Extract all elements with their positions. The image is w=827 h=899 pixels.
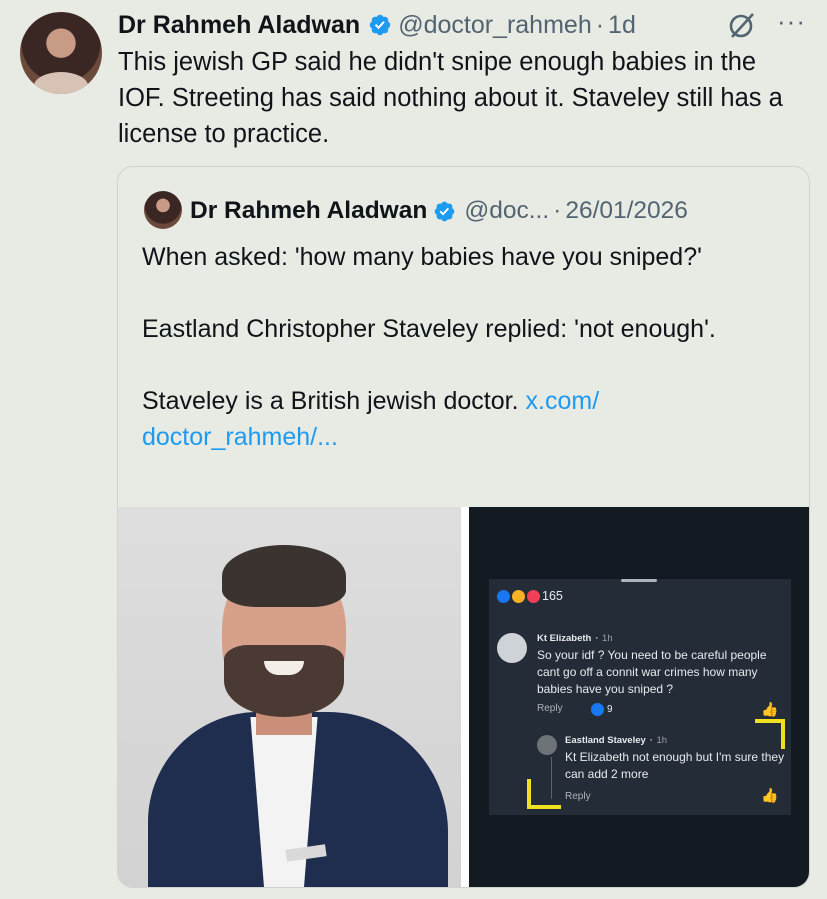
comment-1-author: Kt Elizabeth	[537, 633, 592, 644]
quoted-tweet-date[interactable]: 26/01/2026	[565, 197, 688, 225]
quoted-author-name[interactable]: Dr Rahmeh Aladwan	[190, 197, 427, 225]
quoted-paragraph-3: Staveley is a British jewish doctor. x.c…	[142, 383, 792, 455]
haha-reaction-icon	[512, 589, 525, 603]
tweet-time[interactable]: 1d	[608, 11, 636, 40]
comment-1-like-count: 9	[607, 704, 613, 715]
more-icon[interactable]: ···	[777, 8, 806, 34]
comment-1-time: 1h	[602, 633, 613, 644]
comment-2: Eastland Staveley · 1h Kt Elizabeth not …	[565, 732, 785, 781]
quoted-link-part-2[interactable]: doctor_rahmeh/...	[142, 423, 338, 451]
fb-comment-panel: 165 Kt Elizabeth · 1h So your idf ? You …	[489, 579, 791, 815]
comment-2-text: Kt Elizabeth not enough but I'm sure the…	[565, 750, 785, 781]
like-reaction-icon	[497, 589, 510, 603]
reaction-summary: 165	[497, 589, 563, 603]
verified-badge-icon	[435, 201, 455, 221]
reaction-count: 165	[542, 589, 563, 603]
author-name[interactable]: Dr Rahmeh Aladwan	[118, 11, 360, 40]
verified-badge-icon	[369, 14, 391, 36]
comment-2-reply: Reply	[565, 791, 591, 802]
quoted-author-avatar[interactable]	[144, 191, 182, 229]
tweet-text: This jewish GP said he didn't snipe enou…	[118, 48, 783, 148]
comment-1-reply: Reply	[537, 703, 563, 714]
thumbs-up-icon: 👍	[761, 787, 779, 803]
quoted-paragraph-1: When asked: 'how many babies have you sn…	[142, 243, 702, 271]
quoted-paragraph-3-text: Staveley is a British jewish doctor.	[142, 387, 519, 415]
quoted-tweet-text: When asked: 'how many babies have you sn…	[142, 239, 792, 455]
commenter-avatar	[497, 633, 527, 663]
quoted-paragraph-2: Eastland Christopher Staveley replied: '…	[142, 315, 716, 343]
separator-dot: ·	[595, 10, 605, 39]
grok-icon[interactable]	[727, 10, 757, 40]
tweet-header: Dr Rahmeh Aladwan @doctor_rahmeh · 1d	[118, 8, 817, 42]
comment-1: Kt Elizabeth · 1h So your idf ? You need…	[537, 629, 782, 698]
highlight-bracket-bottom	[527, 779, 561, 809]
author-avatar[interactable]	[20, 12, 102, 94]
love-reaction-icon	[527, 589, 540, 603]
quoted-link-part-1[interactable]: x.com/	[526, 387, 600, 415]
media-comment-screenshot[interactable]: 165 Kt Elizabeth · 1h So your idf ? You …	[469, 507, 809, 887]
quoted-author-handle[interactable]: @doc...	[464, 197, 549, 225]
thumbs-up-icon: 👍	[761, 701, 779, 717]
quoted-tweet[interactable]: Dr Rahmeh Aladwan @doc... · 26/01/2026 W…	[117, 166, 810, 888]
media-photo-portrait[interactable]	[118, 507, 461, 887]
quoted-tweet-header: Dr Rahmeh Aladwan @doc... · 26/01/2026	[190, 193, 688, 229]
author-handle[interactable]: @doctor_rahmeh	[398, 11, 592, 40]
comment-1-text: So your idf ? You need to be careful peo…	[537, 648, 767, 696]
comment-2-time: 1h	[656, 735, 668, 746]
separator-dot: ·	[553, 197, 562, 224]
replier-avatar	[537, 735, 557, 755]
like-reaction-icon	[591, 703, 604, 716]
comment-1-likes: 9	[591, 703, 613, 716]
comment-2-author: Eastland Staveley	[565, 735, 646, 746]
